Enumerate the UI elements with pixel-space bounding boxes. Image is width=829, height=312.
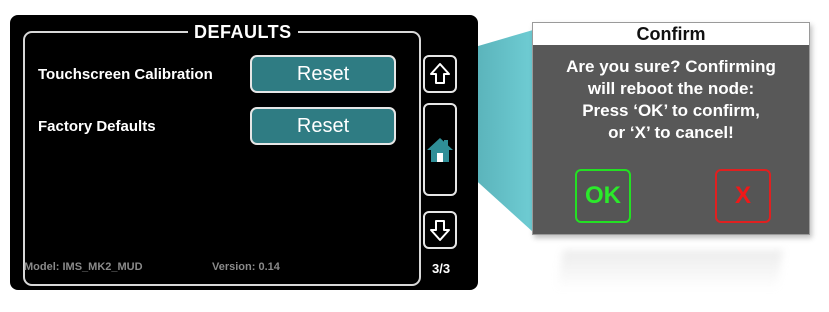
scroll-down-button[interactable] <box>423 211 457 249</box>
arrow-down-icon <box>430 220 450 241</box>
scroll-up-button[interactable] <box>423 55 457 93</box>
dialog-reflection <box>557 250 783 290</box>
factory-defaults-label: Factory Defaults <box>38 118 156 135</box>
factory-defaults-reset-button[interactable]: Reset <box>250 107 396 145</box>
dialog-title: Confirm <box>533 23 809 45</box>
version-label: Version: 0.14 <box>212 261 280 273</box>
dialog-message-line: or ‘X’ to cancel! <box>608 123 734 142</box>
home-button[interactable] <box>423 103 457 196</box>
device-screen: DEFAULTS Touchscreen Calibration Reset F… <box>10 15 478 290</box>
arrow-up-icon <box>430 63 450 84</box>
dialog-message-line: Press ‘OK’ to confirm, <box>582 101 760 120</box>
page-indicator: 3/3 <box>432 261 451 276</box>
touchscreen-calibration-reset-button[interactable]: Reset <box>250 55 396 93</box>
confirm-dialog: Confirm Are you sure? Confirming will re… <box>532 22 810 235</box>
home-icon <box>427 137 453 162</box>
dialog-message-line: Are you sure? Confirming <box>566 57 776 76</box>
model-label: Model: IMS_MK2_MUD <box>24 261 143 273</box>
cancel-button[interactable]: X <box>715 169 771 223</box>
ok-button[interactable]: OK <box>575 169 631 223</box>
panel-title: DEFAULTS <box>188 21 298 43</box>
touchscreen-calibration-label: Touchscreen Calibration <box>38 66 213 83</box>
dialog-message-line: will reboot the node: <box>587 79 755 98</box>
